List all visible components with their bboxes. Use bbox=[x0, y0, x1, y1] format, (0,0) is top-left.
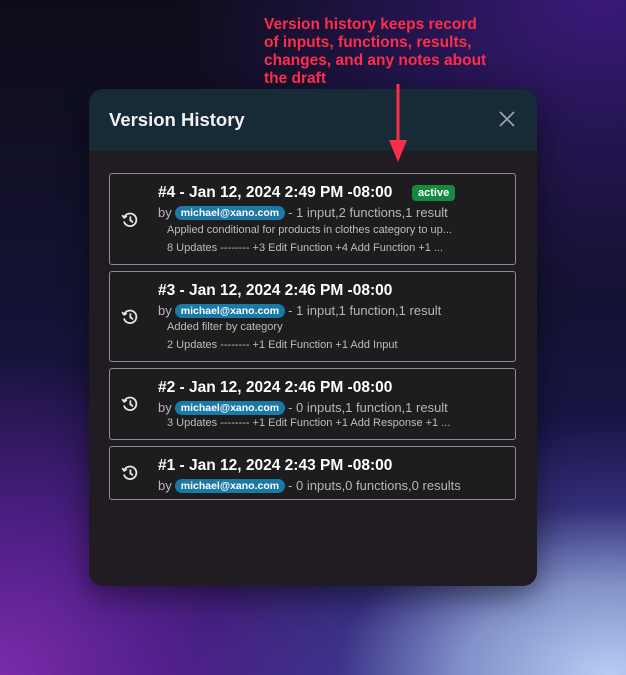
version-item[interactable]: #3 - Jan 12, 2024 2:46 PM -08:00 by micha… bbox=[109, 271, 516, 362]
version-title: #1 - Jan 12, 2024 2:43 PM -08:00 bbox=[158, 457, 393, 474]
down-arrow-icon bbox=[389, 84, 407, 162]
version-byline: by michael@xano.com - 1 input,1 function,1… bbox=[158, 303, 441, 318]
version-title: #3 - Jan 12, 2024 2:46 PM -08:00 bbox=[158, 282, 393, 299]
by-label: by bbox=[158, 478, 172, 493]
active-badge: active bbox=[412, 185, 456, 201]
version-byline: by michael@xano.com - 0 inputs,0 functions… bbox=[158, 478, 461, 493]
modal-header: Version History bbox=[89, 89, 537, 151]
version-byline: by michael@xano.com - 0 inputs,1 function,… bbox=[158, 400, 448, 415]
by-label: by bbox=[158, 303, 172, 318]
version-updates: 8 Updates -------- +3 Edit Function +4 A… bbox=[167, 242, 444, 254]
history-icon bbox=[121, 212, 138, 227]
annotation-line: Version history keeps record bbox=[264, 16, 477, 33]
version-item[interactable]: #2 - Jan 12, 2024 2:46 PM -08:00 by micha… bbox=[109, 368, 516, 440]
version-summary: - 0 inputs,0 functions,0 results bbox=[288, 478, 461, 493]
version-history-modal: Version History #4 - Jan 12, 2024 2:49 P… bbox=[89, 89, 537, 586]
version-summary: - 1 input,1 function,1 result bbox=[288, 303, 442, 318]
annotation-line: changes, and any notes about bbox=[264, 52, 487, 69]
annotation-callout: Version history keeps record of inputs, … bbox=[264, 16, 514, 88]
by-label: by bbox=[158, 205, 172, 220]
version-item[interactable]: #4 - Jan 12, 2024 2:49 PM -08:00 active … bbox=[109, 173, 516, 265]
version-note: Added filter by category bbox=[167, 321, 283, 333]
version-item[interactable]: #1 - Jan 12, 2024 2:43 PM -08:00 by micha… bbox=[109, 446, 516, 500]
version-summary: - 1 input,2 functions,1 result bbox=[288, 205, 448, 220]
close-icon[interactable] bbox=[497, 109, 517, 129]
modal-title: Version History bbox=[109, 109, 245, 130]
version-updates: 3 Updates -------- +1 Edit Function +1 A… bbox=[167, 417, 451, 429]
history-icon bbox=[121, 465, 138, 480]
author-email-pill: michael@xano.com bbox=[174, 304, 286, 318]
annotation-line: of inputs, functions, results, bbox=[264, 34, 472, 51]
history-icon bbox=[121, 396, 138, 411]
history-icon bbox=[121, 309, 138, 324]
version-note: Applied conditional for products in clot… bbox=[167, 224, 452, 236]
author-email-pill: michael@xano.com bbox=[174, 479, 286, 493]
version-updates: 2 Updates -------- +1 Edit Function +1 A… bbox=[167, 339, 398, 351]
author-email-pill: michael@xano.com bbox=[174, 401, 286, 415]
version-byline: by michael@xano.com - 1 input,2 functions,… bbox=[158, 205, 448, 220]
version-title: #2 - Jan 12, 2024 2:46 PM -08:00 bbox=[158, 379, 393, 396]
version-summary: - 0 inputs,1 function,1 result bbox=[288, 400, 448, 415]
version-title: #4 - Jan 12, 2024 2:49 PM -08:00 bbox=[158, 184, 393, 201]
by-label: by bbox=[158, 400, 172, 415]
author-email-pill: michael@xano.com bbox=[174, 206, 286, 220]
